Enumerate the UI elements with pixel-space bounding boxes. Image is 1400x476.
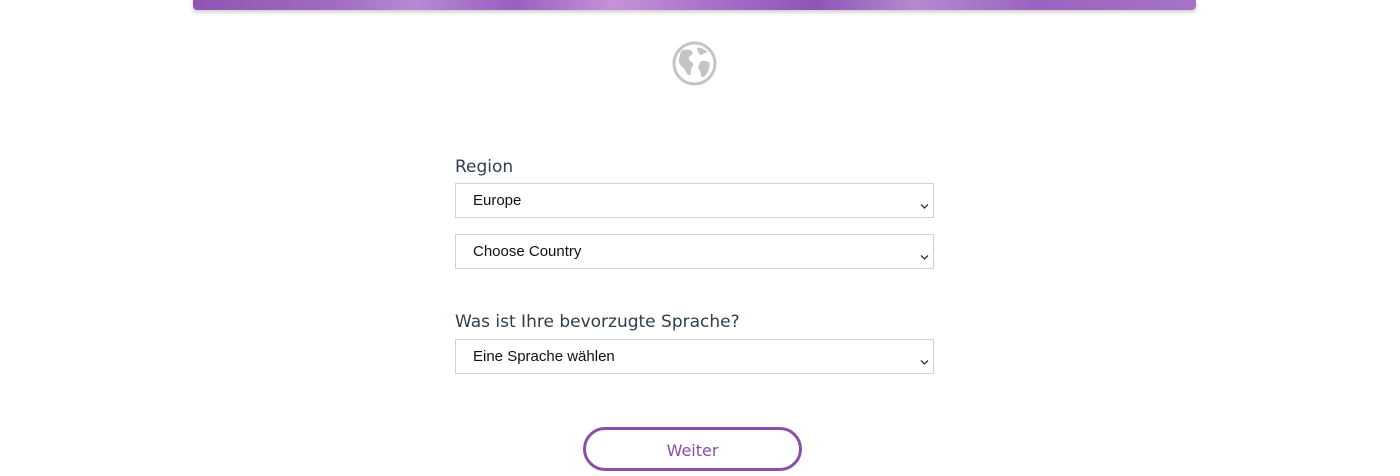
language-label: Was ist Ihre bevorzugte Sprache?: [455, 312, 740, 332]
header-banner-image: [193, 0, 1196, 10]
region-select[interactable]: Europe: [455, 183, 934, 218]
globe-icon: [672, 41, 717, 86]
language-select[interactable]: Eine Sprache wählen: [455, 339, 934, 374]
continue-button[interactable]: Weiter: [583, 427, 802, 471]
country-select-value: Choose Country: [473, 243, 582, 260]
page: Region Europe Choose Country Was ist Ihr…: [0, 0, 1400, 476]
chevron-down-icon: [920, 248, 929, 260]
chevron-down-icon: [920, 353, 929, 365]
language-select-value: Eine Sprache wählen: [473, 348, 615, 365]
continue-button-label: Weiter: [666, 441, 719, 460]
region-label: Region: [455, 157, 514, 177]
region-select-value: Europe: [473, 192, 522, 209]
country-select[interactable]: Choose Country: [455, 234, 934, 269]
chevron-down-icon: [920, 197, 929, 209]
